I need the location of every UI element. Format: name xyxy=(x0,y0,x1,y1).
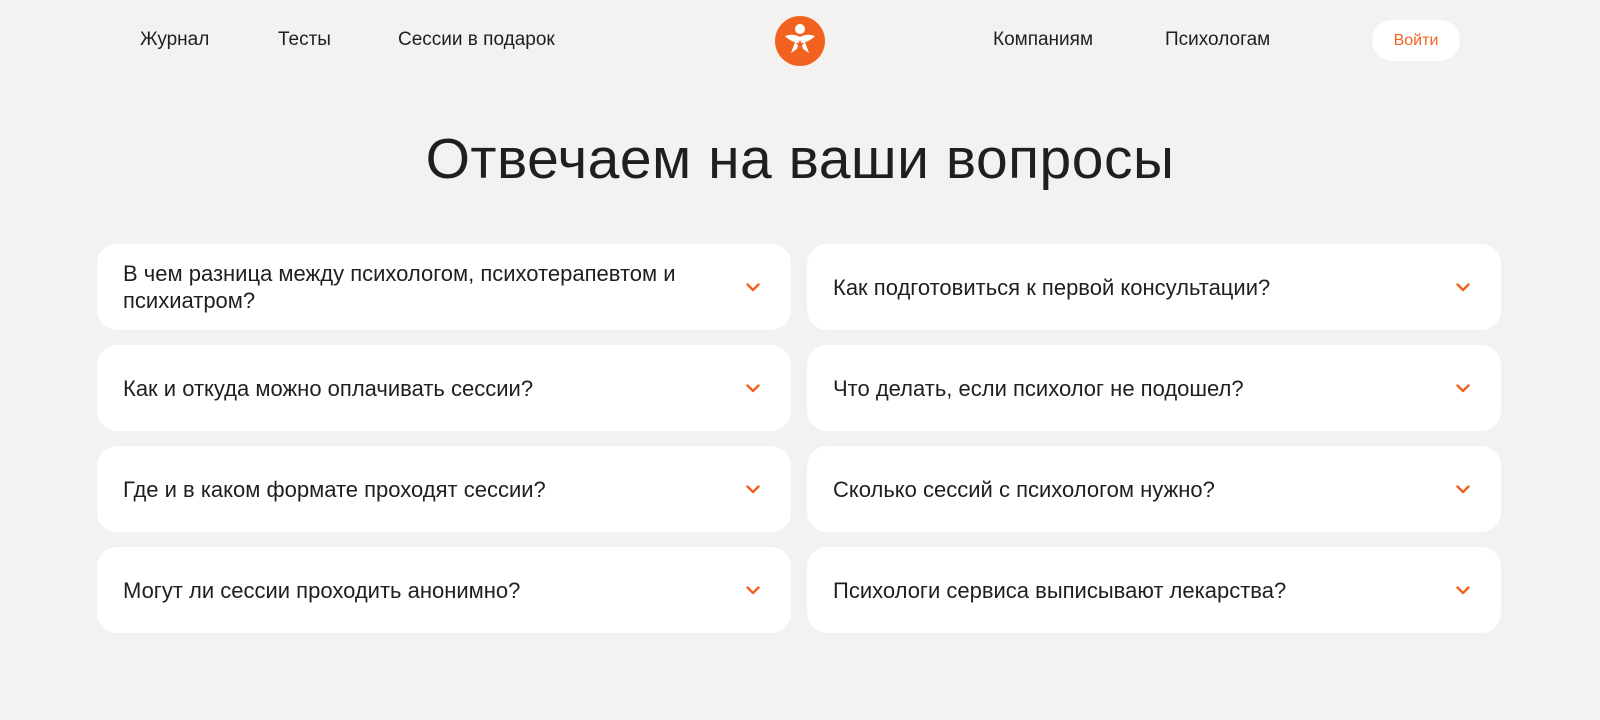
faq-question: Как подготовиться к первой консультации? xyxy=(833,274,1271,300)
chevron-down-icon xyxy=(745,582,761,598)
faq-item-difference[interactable]: В чем разница между психологом, психотер… xyxy=(97,244,791,330)
chevron-down-icon xyxy=(1455,380,1471,396)
logo-icon[interactable] xyxy=(775,16,825,66)
nav-link-psychologists[interactable]: Психологам xyxy=(1165,28,1270,52)
site-header: Журнал Тесты Сессии в подарок Компаниям … xyxy=(0,0,1600,82)
nav-link-companies[interactable]: Компаниям xyxy=(993,28,1093,52)
page: Журнал Тесты Сессии в подарок Компаниям … xyxy=(0,0,1600,720)
faq-question: Как и откуда можно оплачивать сессии? xyxy=(123,375,534,401)
chevron-down-icon xyxy=(1455,481,1471,497)
faq-question: Сколько сессий с психологом нужно? xyxy=(833,476,1215,502)
faq-item-session-count[interactable]: Сколько сессий с психологом нужно? xyxy=(807,446,1501,532)
nav-link-gift-sessions[interactable]: Сессии в подарок xyxy=(398,28,555,52)
faq-item-medication[interactable]: Психологи сервиса выписывают лекарства? xyxy=(807,547,1501,633)
login-button[interactable]: Войти xyxy=(1372,20,1460,61)
chevron-down-icon xyxy=(745,380,761,396)
faq-question: Где и в каком формате проходят сессии? xyxy=(123,476,546,502)
faq-question: В чем разница между психологом, психотер… xyxy=(123,261,676,313)
faq-item-anonymous[interactable]: Могут ли сессии проходить анонимно? xyxy=(97,547,791,633)
faq-question: Психологи сервиса выписывают лекарства? xyxy=(833,577,1287,603)
faq-question: Могут ли сессии проходить анонимно? xyxy=(123,577,521,603)
chevron-down-icon xyxy=(1455,582,1471,598)
chevron-down-icon xyxy=(1455,279,1471,295)
faq-question: Что делать, если психолог не подошел? xyxy=(833,375,1244,401)
faq-item-payment[interactable]: Как и откуда можно оплачивать сессии? xyxy=(97,345,791,431)
page-title: Отвечаем на ваши вопросы xyxy=(425,127,1175,191)
chevron-down-icon xyxy=(745,279,761,295)
chevron-down-icon xyxy=(745,481,761,497)
logo-graphic xyxy=(775,16,825,66)
nav-link-journal[interactable]: Журнал xyxy=(140,28,209,52)
faq-item-session-format[interactable]: Где и в каком формате проходят сессии? xyxy=(97,446,791,532)
faq-item-first-consultation[interactable]: Как подготовиться к первой консультации? xyxy=(807,244,1501,330)
faq-item-psychologist-not-fit[interactable]: Что делать, если психолог не подошел? xyxy=(807,345,1501,431)
nav-link-tests[interactable]: Тесты xyxy=(278,28,331,52)
faq-list: В чем разница между психологом, психотер… xyxy=(97,244,1503,633)
